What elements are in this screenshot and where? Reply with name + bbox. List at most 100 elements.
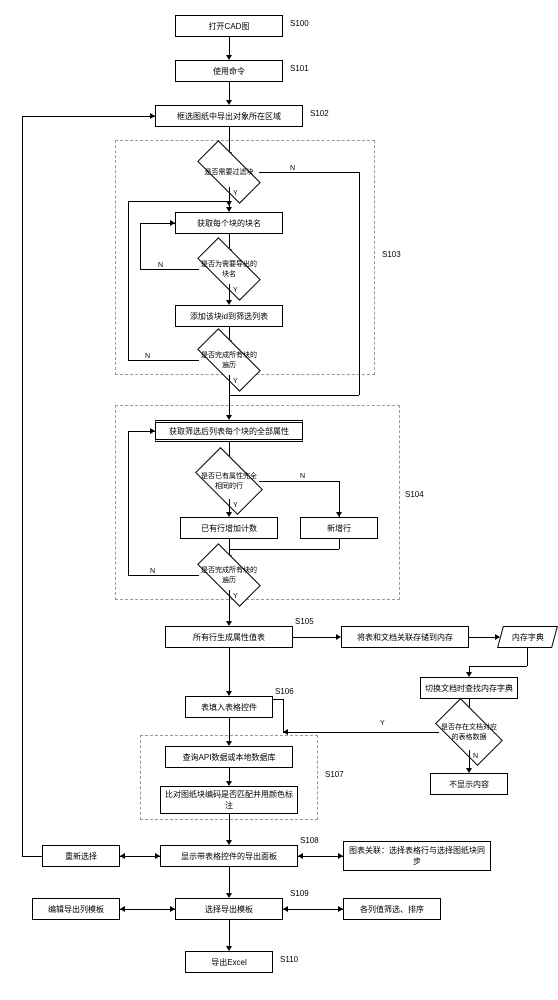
step-s105: S105 — [295, 617, 314, 626]
label: 获取筛选后列表每个块的全部属性 — [169, 426, 289, 437]
step-s100: S100 — [290, 19, 309, 28]
arrow-right-icon — [170, 220, 175, 226]
n-label: N — [145, 353, 150, 360]
connector — [298, 856, 343, 857]
connector — [120, 856, 160, 857]
y-label: Y — [380, 720, 385, 727]
connector — [527, 648, 528, 666]
process-get-name: 获取每个块的块名 — [175, 212, 283, 234]
decision-traverse1: 是否完成所有块的遍历 — [199, 345, 259, 375]
connector — [229, 920, 230, 948]
step-s108: S108 — [300, 836, 319, 845]
decision-same-row: 是否已有属性完全相同的行 — [199, 463, 259, 499]
arrow-right-icon — [150, 428, 155, 434]
data-mem-dict: 内存字典 — [497, 626, 558, 648]
label: 获取每个块的块名 — [197, 218, 261, 229]
connector — [229, 395, 359, 396]
connector — [469, 666, 527, 667]
label: 是否完成所有块的遍历 — [199, 565, 259, 585]
step-s102: S102 — [310, 109, 329, 118]
n-label: N — [158, 262, 163, 269]
connector — [22, 856, 42, 857]
process-add-id: 添加该块id到筛选列表 — [175, 305, 283, 327]
process-export-excel: 导出Excel — [185, 951, 273, 973]
label: 所有行生成属性值表 — [193, 632, 265, 643]
label: 是否存在文档对应的表格数据 — [439, 722, 499, 742]
label: 是否完成所有块的遍历 — [199, 350, 259, 370]
label: 不显示内容 — [449, 779, 489, 790]
process-use-command: 使用命令 — [175, 60, 283, 82]
step-s103: S103 — [382, 250, 401, 259]
connector — [259, 172, 359, 173]
process-no-display: 不显示内容 — [430, 773, 508, 795]
label: 是否为需要导出的块名 — [199, 259, 259, 279]
process-compare: 比对图纸块编码是否匹配并用颜色标注 — [160, 786, 298, 814]
process-new-row: 新增行 — [300, 517, 378, 539]
step-s106: S106 — [275, 687, 294, 696]
connector — [259, 481, 339, 482]
label: 查询API数据或本地数据库 — [183, 752, 276, 763]
process-col-filter: 各列值筛选、排序 — [343, 898, 441, 920]
step-s109: S109 — [290, 889, 309, 898]
connector — [229, 814, 230, 842]
y-label: Y — [233, 593, 238, 600]
connector — [283, 699, 284, 732]
n-label: N — [150, 568, 155, 575]
connector — [229, 648, 230, 693]
decision-traverse2: 是否完成所有块的遍历 — [199, 560, 259, 590]
process-open-cad: 打开CAD图 — [175, 15, 283, 37]
step-s110: S110 — [280, 955, 298, 964]
process-query-api: 查询API数据或本地数据库 — [165, 746, 293, 768]
label: 是否已有属性完全相同的行 — [199, 471, 259, 491]
process-gen-table: 所有行生成属性值表 — [165, 626, 293, 648]
connector — [128, 360, 199, 361]
n-label: N — [473, 753, 478, 760]
label: 已有行增加计数 — [201, 523, 257, 534]
connector — [128, 575, 199, 576]
label: 打开CAD图 — [209, 21, 250, 32]
label: 新增行 — [327, 523, 351, 534]
label: 选择导出模板 — [205, 904, 253, 915]
connector — [128, 201, 129, 360]
label: 内存字典 — [512, 632, 544, 643]
label: 导出Excel — [211, 957, 247, 968]
connector — [229, 590, 230, 623]
process-inc-count: 已有行增加计数 — [180, 517, 278, 539]
connector — [359, 172, 360, 355]
label: 添加该块id到筛选列表 — [190, 311, 268, 322]
label: 各列值筛选、排序 — [360, 904, 424, 915]
process-edit-template: 编辑导出列模板 — [32, 898, 120, 920]
connector — [229, 867, 230, 895]
connector — [229, 82, 230, 102]
process-fill-table: 表填入表格控件 — [185, 696, 273, 718]
connector — [359, 355, 360, 395]
arrow-right-icon — [150, 113, 155, 119]
connector — [140, 223, 141, 269]
y-label: Y — [233, 378, 238, 385]
n-label: N — [290, 165, 295, 172]
connector — [293, 637, 338, 638]
connector — [22, 116, 23, 856]
n-label: N — [300, 473, 305, 480]
connector — [469, 750, 470, 770]
label: 切换文档时查找内存字典 — [425, 683, 513, 694]
label: 编辑导出列模板 — [48, 904, 104, 915]
y-label: Y — [233, 190, 238, 197]
connector — [120, 909, 175, 910]
y-label: Y — [233, 502, 238, 509]
arrow-right-icon — [170, 906, 175, 912]
label: 框选图纸中导出对象所在区域 — [177, 111, 281, 122]
arrow-left-icon — [283, 906, 288, 912]
connector — [229, 549, 339, 550]
decision-has-data: 是否存在文档对应的表格数据 — [439, 714, 499, 750]
connector — [128, 431, 129, 575]
y-label: Y — [233, 287, 238, 294]
label: 将表和文档关联存储到内存 — [357, 632, 453, 643]
connector — [229, 37, 230, 57]
arrow-down-icon — [226, 201, 232, 206]
arrow-left-icon — [120, 853, 125, 859]
decision-filter: 是否需要过滤块 — [199, 157, 259, 187]
step-s101: S101 — [290, 64, 309, 73]
decision-need-export: 是否为需要导出的块名 — [199, 254, 259, 284]
connector — [22, 116, 155, 117]
